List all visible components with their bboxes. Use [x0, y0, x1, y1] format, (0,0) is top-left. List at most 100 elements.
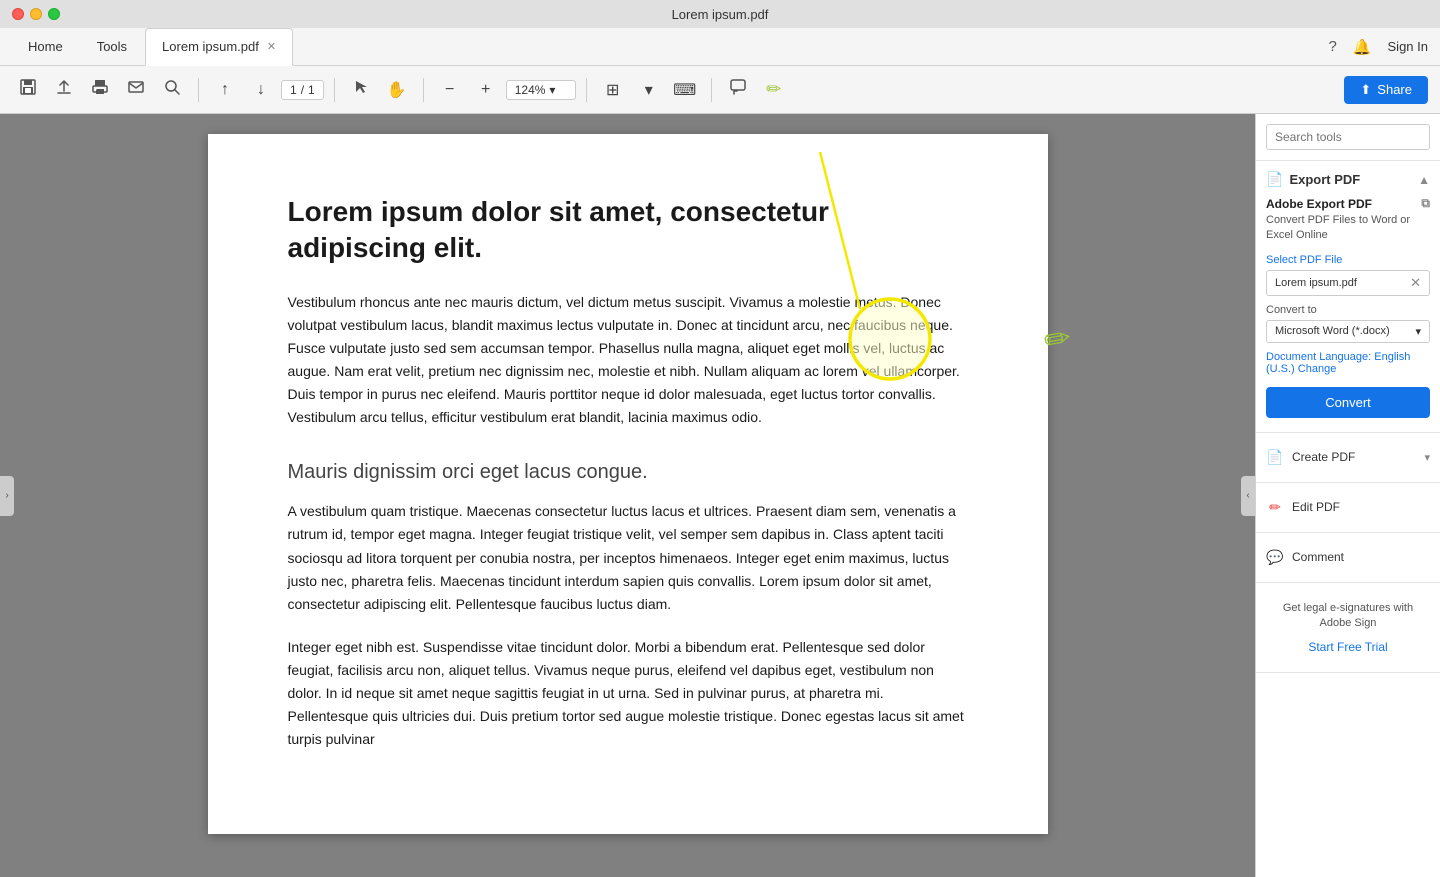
- upload-button[interactable]: [48, 74, 80, 106]
- zoom-out-button[interactable]: −: [434, 74, 466, 106]
- menu-bar: Home Tools Lorem ipsum.pdf ✕ ? 🔔 Sign In: [0, 28, 1440, 66]
- pdf-heading-1: Lorem ipsum dolor sit amet, consectetur …: [288, 194, 968, 267]
- marque-dropdown-button[interactable]: ▾: [633, 74, 665, 106]
- hand-icon: ✋: [387, 80, 407, 100]
- dropdown-chevron-icon: ▾: [1415, 325, 1421, 338]
- traffic-lights: [12, 8, 60, 20]
- pdf-file-close-icon[interactable]: ✕: [1410, 275, 1421, 291]
- sign-in-button[interactable]: Sign In: [1388, 39, 1428, 54]
- comment-icon: [729, 78, 747, 101]
- main-layout: › ‹ Lorem ipsum dolor sit amet, consecte…: [0, 114, 1440, 877]
- close-button[interactable]: [12, 8, 24, 20]
- toolbar-right: ⬆ Share: [1344, 76, 1428, 104]
- tab-home[interactable]: Home: [12, 28, 79, 66]
- tab-lorem-ipsum[interactable]: Lorem ipsum.pdf ✕: [145, 28, 293, 66]
- toolbar-separator-5: [711, 78, 712, 102]
- zoom-in-icon: +: [481, 81, 490, 99]
- tab-close-icon[interactable]: ✕: [267, 40, 276, 53]
- select-pdf-label: Select PDF File: [1266, 254, 1430, 266]
- toolbar: ↑ ↓ 1 / 1 ✋ − + 124% ▾ ⊞ ▾ ⌨: [0, 66, 1440, 114]
- create-pdf-arrow: ▾: [1424, 451, 1430, 464]
- keyboard-icon: ⌨: [673, 80, 696, 100]
- change-language-link[interactable]: Change: [1298, 363, 1337, 375]
- pdf-paragraph-3: Integer eget nibh est. Suspendisse vitae…: [288, 636, 968, 751]
- zoom-level[interactable]: 124% ▾: [506, 80, 576, 100]
- marque-dropdown-icon: ▾: [645, 80, 653, 100]
- menu-bar-right: ? 🔔 Sign In: [1328, 38, 1428, 56]
- collapse-left-button[interactable]: ›: [0, 476, 14, 516]
- email-button[interactable]: [120, 74, 152, 106]
- right-panel: 📄 Export PDF ▲ Adobe Export PDF ⧉ Conver…: [1255, 114, 1440, 877]
- adobe-sign-section: Get legal e-signatures with Adobe Sign S…: [1256, 583, 1440, 673]
- page-indicator: 1 / 1: [281, 80, 324, 100]
- toolbar-separator-1: [198, 78, 199, 102]
- create-pdf-item[interactable]: 📄 Create PDF ▾: [1266, 443, 1430, 472]
- adobe-export-desc: Convert PDF Files to Word or Excel Onlin…: [1266, 213, 1430, 244]
- email-icon: [127, 78, 145, 101]
- zoom-in-button[interactable]: +: [470, 74, 502, 106]
- prev-page-icon: ↑: [221, 81, 229, 99]
- pencil-button[interactable]: ✏: [758, 74, 790, 106]
- share-icon: ⬆: [1360, 82, 1371, 98]
- edit-pdf-icon: ✏: [1266, 499, 1284, 516]
- comment-item[interactable]: 💬 Comment: [1266, 543, 1430, 572]
- pdf-file-input[interactable]: Lorem ipsum.pdf ✕: [1266, 270, 1430, 296]
- toolbar-separator-4: [586, 78, 587, 102]
- save-button[interactable]: [12, 74, 44, 106]
- convert-button[interactable]: Convert: [1266, 387, 1430, 418]
- notifications-icon[interactable]: 🔔: [1353, 38, 1372, 56]
- search-button[interactable]: [156, 74, 188, 106]
- minimize-button[interactable]: [30, 8, 42, 20]
- create-pdf-section: 📄 Create PDF ▾: [1256, 433, 1440, 483]
- print-icon: [91, 78, 109, 101]
- keyboard-button[interactable]: ⌨: [669, 74, 701, 106]
- edit-pdf-section: ✏ Edit PDF: [1256, 483, 1440, 533]
- pdf-paragraph-1: Vestibulum rhoncus ante nec mauris dictu…: [288, 291, 968, 430]
- print-button[interactable]: [84, 74, 116, 106]
- comment-button[interactable]: [722, 74, 754, 106]
- select-tool-button[interactable]: [345, 74, 377, 106]
- maximize-button[interactable]: [48, 8, 60, 20]
- search-icon: [163, 78, 181, 101]
- menu-tabs: Home Tools Lorem ipsum.pdf ✕: [12, 28, 1328, 66]
- help-icon[interactable]: ?: [1328, 38, 1336, 55]
- select-icon: [353, 79, 369, 100]
- pencil-icon: ✏: [766, 79, 781, 100]
- zoom-dropdown-icon: ▾: [549, 83, 555, 97]
- convert-to-dropdown[interactable]: Microsoft Word (*.docx) ▾: [1266, 320, 1430, 343]
- adobe-export-copy-icon[interactable]: ⧉: [1421, 196, 1430, 211]
- search-tools-input[interactable]: [1266, 124, 1430, 150]
- marquee-icon: ⊞: [606, 80, 619, 100]
- document-language: Document Language: English (U.S.) Change: [1266, 351, 1430, 375]
- export-pdf-title[interactable]: 📄 Export PDF: [1266, 171, 1360, 188]
- convert-to-label: Convert to: [1266, 304, 1430, 316]
- create-pdf-icon: 📄: [1266, 449, 1284, 466]
- adobe-export-pdf-title: Adobe Export PDF ⧉: [1266, 196, 1430, 211]
- pdf-heading-2: Mauris dignissim orci eget lacus congue.: [288, 461, 968, 484]
- page-total: 1: [308, 83, 315, 97]
- toolbar-separator-3: [423, 78, 424, 102]
- export-pdf-collapse-arrow[interactable]: ▲: [1418, 173, 1430, 187]
- prev-page-button[interactable]: ↑: [209, 74, 241, 106]
- tab-tools[interactable]: Tools: [81, 28, 143, 66]
- adobe-sign-text: Get legal e-signatures with Adobe Sign: [1266, 593, 1430, 640]
- window-title: Lorem ipsum.pdf: [672, 7, 769, 22]
- title-bar: Lorem ipsum.pdf: [0, 0, 1440, 28]
- save-icon: [19, 78, 37, 101]
- pdf-paragraph-2: A vestibulum quam tristique. Maecenas co…: [288, 500, 968, 615]
- collapse-right-button[interactable]: ‹: [1241, 476, 1255, 516]
- pdf-page: Lorem ipsum dolor sit amet, consectetur …: [208, 134, 1048, 834]
- toolbar-separator-2: [334, 78, 335, 102]
- comment-section: 💬 Comment: [1256, 533, 1440, 583]
- pdf-viewer[interactable]: › ‹ Lorem ipsum dolor sit amet, consecte…: [0, 114, 1255, 877]
- zoom-out-icon: −: [445, 81, 454, 99]
- marquee-button[interactable]: ⊞: [597, 74, 629, 106]
- edit-pdf-item[interactable]: ✏ Edit PDF: [1266, 493, 1430, 522]
- next-page-button[interactable]: ↓: [245, 74, 277, 106]
- share-button[interactable]: ⬆ Share: [1344, 76, 1428, 104]
- comment-tool-icon: 💬: [1266, 549, 1284, 566]
- upload-icon: [55, 78, 73, 101]
- start-free-trial-link[interactable]: Start Free Trial: [1266, 640, 1430, 662]
- next-page-icon: ↓: [257, 81, 265, 99]
- hand-tool-button[interactable]: ✋: [381, 74, 413, 106]
